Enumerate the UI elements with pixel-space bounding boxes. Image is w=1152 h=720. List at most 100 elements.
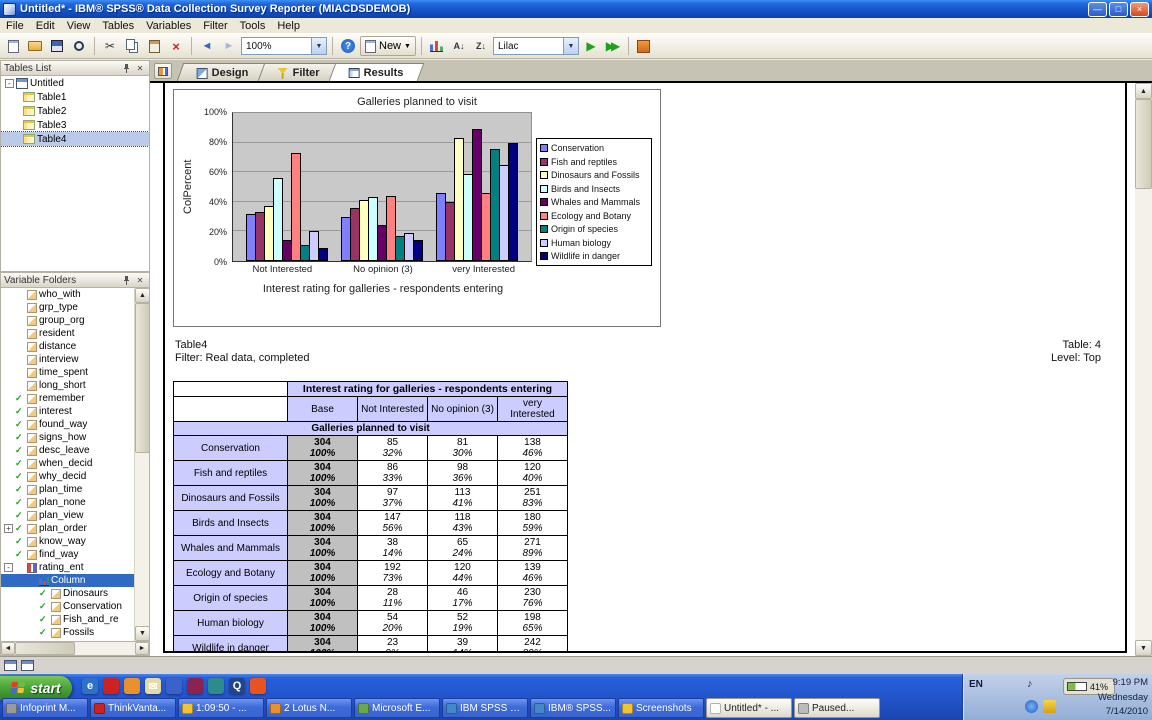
photo-app-icon[interactable] xyxy=(187,678,203,694)
mail-icon[interactable]: ✉ xyxy=(145,678,161,694)
volume-icon[interactable]: ♪ xyxy=(1027,678,1033,690)
variable-item-remember[interactable]: ✓ remember xyxy=(1,392,134,405)
variable-item-why_decid[interactable]: ✓ why_decid xyxy=(1,470,134,483)
variable-item-who_with[interactable]: who_with xyxy=(1,288,134,301)
variable-item-long_short[interactable]: long_short xyxy=(1,379,134,392)
dock-layout-icon[interactable] xyxy=(21,660,34,671)
scroll-right-icon[interactable]: ► xyxy=(135,642,149,655)
table-item-table2[interactable]: Table2 xyxy=(1,104,149,118)
delete-button[interactable]: × xyxy=(166,36,186,56)
results-scrollbar[interactable]: ▲ ▼ xyxy=(1135,83,1152,656)
variable-item-plan_order[interactable]: +✓ plan_order xyxy=(1,522,134,535)
variable-item-plan_time[interactable]: ✓ plan_time xyxy=(1,483,134,496)
variable-item-time_spent[interactable]: time_spent xyxy=(1,366,134,379)
thinkvantage-icon[interactable] xyxy=(103,678,119,694)
taskbar-button[interactable]: Infoprint M... xyxy=(2,698,88,718)
chevron-down-icon[interactable]: ▼ xyxy=(563,38,578,54)
scroll-thumb[interactable] xyxy=(15,642,75,655)
table-item-table1[interactable]: Table1 xyxy=(1,90,149,104)
taskbar-button[interactable]: Untitled* - ... xyxy=(706,698,792,718)
menu-filter[interactable]: Filter xyxy=(197,20,233,32)
variable-item-interest[interactable]: ✓ interest xyxy=(1,405,134,418)
tables-root[interactable]: - Untitled xyxy=(1,76,149,90)
variable-item-interview[interactable]: interview xyxy=(1,353,134,366)
scroll-up-icon[interactable]: ▲ xyxy=(135,288,150,303)
variable-item-Dinosaurs[interactable]: ✓ Dinosaurs xyxy=(1,587,134,600)
paste-button[interactable] xyxy=(144,36,164,56)
variable-item-desc_leave[interactable]: ✓ desc_leave xyxy=(1,444,134,457)
language-indicator[interactable]: EN xyxy=(969,679,983,690)
variable-item-distance[interactable]: distance xyxy=(1,340,134,353)
export-button[interactable] xyxy=(634,36,654,56)
dock-layout-icon[interactable] xyxy=(4,660,17,671)
table-item-table4[interactable]: Table4 xyxy=(1,132,149,146)
viewer-icon[interactable] xyxy=(208,678,224,694)
security-shield-icon[interactable] xyxy=(1043,700,1056,713)
variable-item-grp_type[interactable]: grp_type xyxy=(1,301,134,314)
copy-button[interactable] xyxy=(122,36,142,56)
taskbar-button[interactable]: 2 Lotus N... xyxy=(266,698,352,718)
pin-icon[interactable] xyxy=(120,274,132,286)
scroll-thumb[interactable] xyxy=(135,303,150,453)
taskbar-button[interactable]: 1:09:50 - ... xyxy=(178,698,264,718)
undo-button[interactable]: ◄ xyxy=(197,36,217,56)
chart-type-button[interactable] xyxy=(427,36,447,56)
variable-item-plan_none[interactable]: ✓ plan_none xyxy=(1,496,134,509)
sort-ascending-button[interactable]: A↓ xyxy=(449,36,469,56)
menu-edit[interactable]: Edit xyxy=(30,20,61,32)
lotus-organizer-icon[interactable] xyxy=(124,678,140,694)
variable-item-find_way[interactable]: ✓ find_way xyxy=(1,548,134,561)
acrobat-icon[interactable] xyxy=(250,678,266,694)
taskbar-button[interactable]: ThinkVanta... xyxy=(90,698,176,718)
horizontal-scrollbar[interactable]: ◄ ► xyxy=(0,642,150,656)
variable-item-Column[interactable]: Column xyxy=(1,574,134,587)
table-item-table3[interactable]: Table3 xyxy=(1,118,149,132)
variables-scrollbar[interactable]: ▲ ▼ xyxy=(134,288,149,641)
tab-filter[interactable]: Filter xyxy=(257,63,339,81)
close-panel-icon[interactable]: ✕ xyxy=(134,62,146,74)
open-button[interactable] xyxy=(25,36,45,56)
dock-toggle-button[interactable] xyxy=(154,63,172,79)
close-panel-icon[interactable]: ✕ xyxy=(134,274,146,286)
update-tray-icon[interactable] xyxy=(1025,700,1038,713)
variable-item-Fish_and_re[interactable]: ✓ Fish_and_re xyxy=(1,613,134,626)
menu-help[interactable]: Help xyxy=(271,20,306,32)
scroll-down-icon[interactable]: ▼ xyxy=(135,626,150,641)
save-button[interactable] xyxy=(47,36,67,56)
variable-item-Conservation[interactable]: ✓ Conservation xyxy=(1,600,134,613)
collapse-icon[interactable]: - xyxy=(4,563,13,572)
menu-variables[interactable]: Variables xyxy=(140,20,197,32)
scroll-up-icon[interactable]: ▲ xyxy=(1135,83,1152,99)
help-button[interactable]: ? xyxy=(338,36,358,56)
scheme-select[interactable]: Lilac ▼ xyxy=(493,37,579,55)
menu-view[interactable]: View xyxy=(61,20,97,32)
tab-results[interactable]: Results xyxy=(328,63,423,81)
chevron-down-icon[interactable]: ▼ xyxy=(311,38,326,54)
start-button[interactable]: start xyxy=(0,676,72,700)
variable-item-group_org[interactable]: group_org xyxy=(1,314,134,327)
menu-file[interactable]: File xyxy=(0,20,30,32)
pin-icon[interactable] xyxy=(120,62,132,74)
run-all-button[interactable]: ▶▶ xyxy=(603,36,623,56)
scroll-down-icon[interactable]: ▼ xyxy=(1135,640,1152,656)
media-player-icon[interactable] xyxy=(166,678,182,694)
run-button[interactable]: ▶ xyxy=(581,36,601,56)
taskbar-button[interactable]: Paused... xyxy=(794,698,880,718)
sort-descending-button[interactable]: Z↓ xyxy=(471,36,491,56)
variable-item-Fossils[interactable]: ✓ Fossils xyxy=(1,626,134,639)
cut-button[interactable]: ✂ xyxy=(100,36,120,56)
menu-tables[interactable]: Tables xyxy=(96,20,140,32)
variable-item-rating_ent[interactable]: - rating_ent xyxy=(1,561,134,574)
new-document-button[interactable] xyxy=(3,36,23,56)
scroll-left-icon[interactable]: ◄ xyxy=(1,642,15,655)
expand-icon[interactable]: + xyxy=(4,524,13,533)
taskbar-button[interactable]: Screenshots xyxy=(618,698,704,718)
collapse-icon[interactable]: - xyxy=(5,79,14,88)
zoom-select[interactable]: 100% ▼ xyxy=(241,37,327,55)
taskbar-button[interactable]: IBM SPSS D... xyxy=(442,698,528,718)
variable-item-when_decid[interactable]: ✓ when_decid xyxy=(1,457,134,470)
maximize-button[interactable]: □ xyxy=(1109,2,1128,17)
quickview-icon[interactable]: Q xyxy=(229,678,245,694)
redo-button[interactable]: ► xyxy=(219,36,239,56)
variable-item-resident[interactable]: resident xyxy=(1,327,134,340)
